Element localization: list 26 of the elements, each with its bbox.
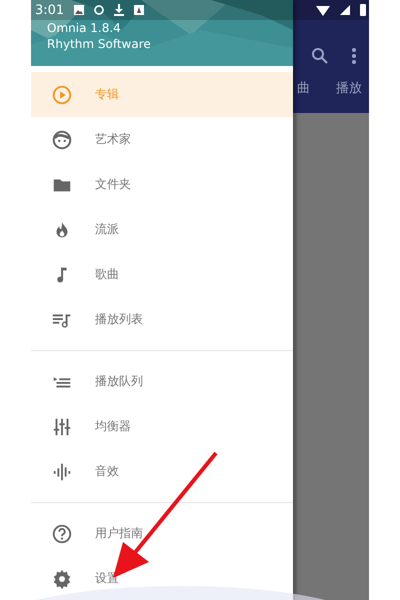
- download-icon: [114, 4, 124, 16]
- play-circle-icon: [51, 84, 73, 106]
- menu-item[interactable]: 用户指南: [31, 511, 293, 556]
- menu-item[interactable]: 流派: [31, 207, 293, 252]
- more-icon[interactable]: [351, 47, 357, 65]
- image-icon: [74, 5, 84, 15]
- app-name: Omnia 1.8.4: [47, 20, 122, 36]
- tab[interactable]: 播放: [336, 79, 362, 97]
- settings-icon: [51, 568, 73, 590]
- status-time: 3:01: [35, 2, 64, 18]
- tab[interactable]: 曲: [297, 79, 310, 97]
- menu-item[interactable]: 播放队列: [31, 359, 293, 404]
- signal-icon: [340, 5, 350, 15]
- menu-item[interactable]: 文件夹: [31, 162, 293, 207]
- menu-item[interactable]: 均衡器: [31, 404, 293, 449]
- menu-item[interactable]: 播放列表: [31, 297, 293, 342]
- developer-name: Rhythm Software: [47, 36, 151, 52]
- menu-item[interactable]: 艺术家: [31, 117, 293, 162]
- menu-item[interactable]: 歌曲: [31, 252, 293, 297]
- help-icon: [51, 522, 73, 544]
- battery-icon: [360, 4, 366, 16]
- wifi-icon: [316, 4, 330, 16]
- search-icon[interactable]: [311, 47, 329, 65]
- face-icon: [51, 128, 73, 150]
- menu-item[interactable]: 音效: [31, 449, 293, 494]
- timer-icon: [94, 5, 104, 15]
